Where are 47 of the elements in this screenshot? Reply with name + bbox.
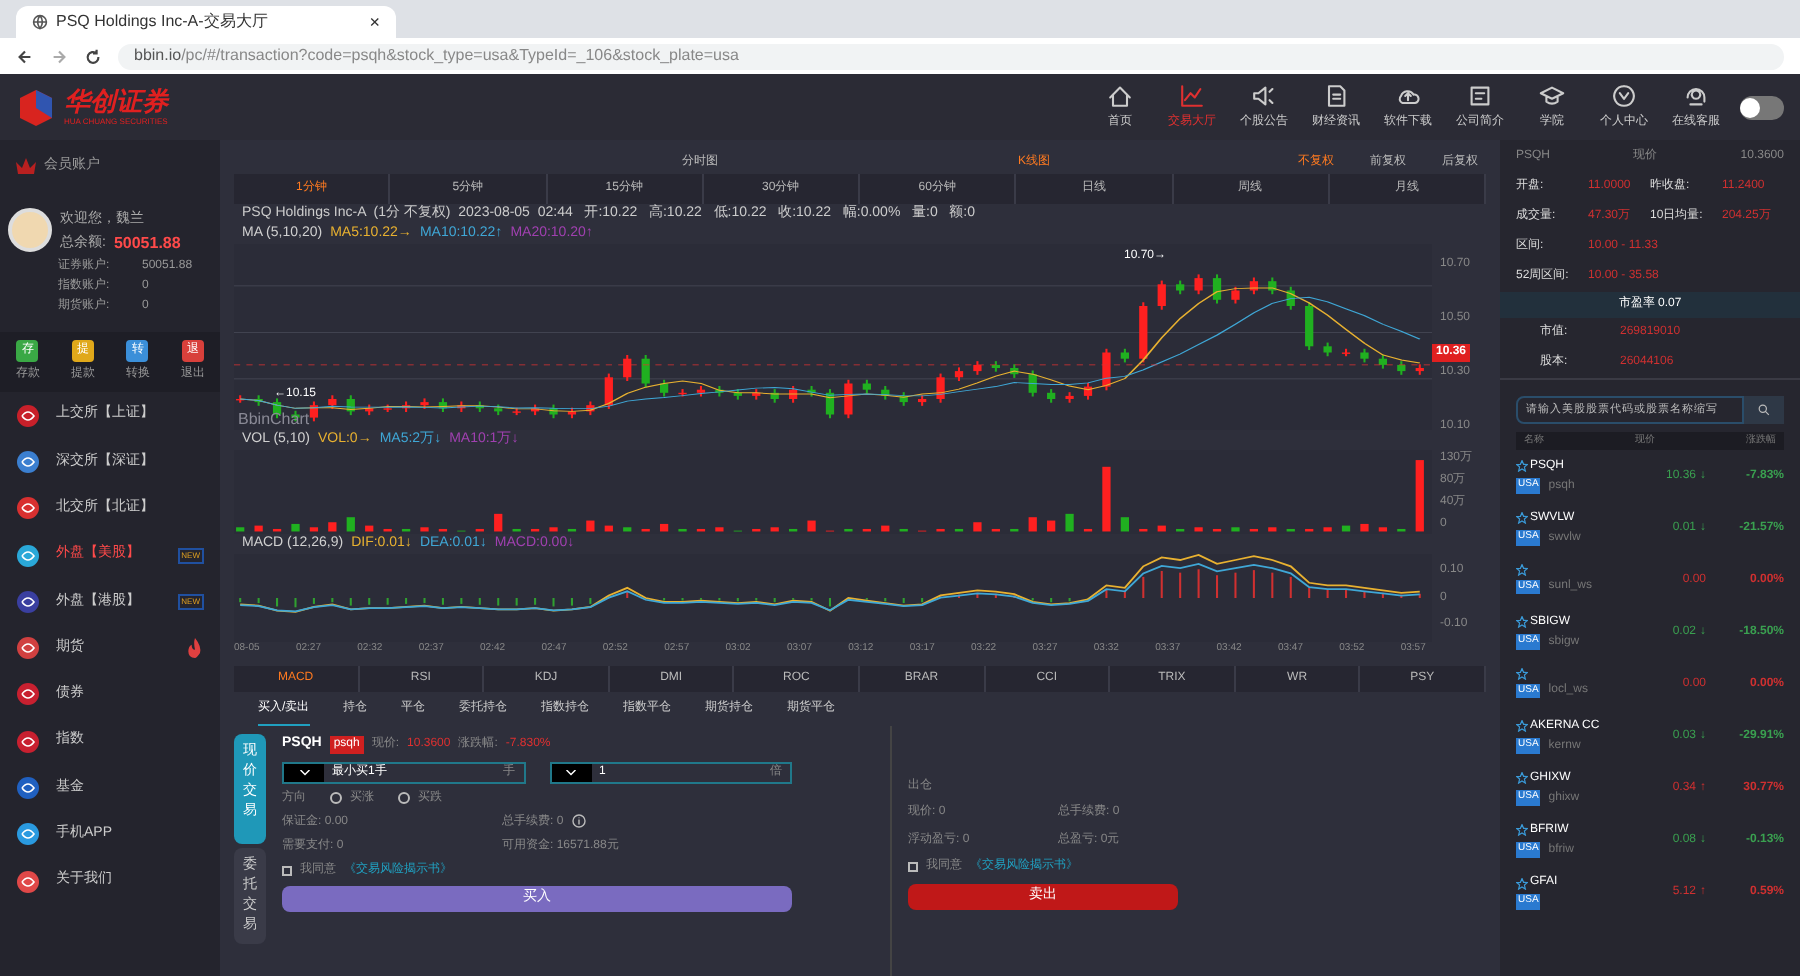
balance-value: 50051.88	[113, 232, 181, 256]
emblem-icon	[16, 636, 40, 661]
browser-tab[interactable]: PSQ Holdings Inc-A-交易大厅 ×	[16, 6, 396, 38]
address-bar[interactable]: bbin.io/pc/#/transaction?code=psqh&stock_type=usa&TypeId=_106&stock_plate=usa	[118, 43, 1784, 69]
logo-icon	[16, 87, 56, 127]
support-icon	[1682, 82, 1710, 110]
search-icon[interactable]	[1758, 404, 1770, 416]
agree-checkbox[interactable]	[282, 865, 292, 875]
star-icon[interactable]	[1516, 668, 1528, 680]
star-icon[interactable]	[1516, 720, 1528, 732]
close-icon[interactable]: ×	[369, 13, 380, 31]
logo-text: 华创证券	[64, 88, 168, 116]
globe-icon	[32, 14, 48, 30]
crown-icon	[16, 158, 36, 174]
speaker-icon	[1250, 82, 1278, 110]
doc-icon	[1322, 82, 1350, 110]
search-button[interactable]	[1744, 396, 1784, 424]
emblem-icon	[16, 403, 40, 428]
emblem-icon	[16, 589, 40, 614]
back-icon[interactable]	[16, 47, 34, 65]
star-icon[interactable]	[1516, 772, 1528, 784]
toggle-switch[interactable]	[1740, 95, 1784, 119]
emblem-icon	[16, 729, 40, 754]
chevron-down-icon	[299, 769, 309, 775]
avatar	[8, 208, 52, 252]
card-icon	[1466, 82, 1494, 110]
agree-checkbox[interactable]	[908, 862, 918, 872]
emblem-icon	[16, 496, 40, 521]
chevron-down-icon	[566, 769, 576, 775]
home-icon	[1106, 82, 1134, 110]
star-icon[interactable]	[1516, 460, 1528, 472]
star-icon[interactable]	[1516, 824, 1528, 836]
emblem-icon	[16, 449, 40, 474]
reload-icon[interactable]	[84, 47, 102, 65]
chart-icon	[1178, 82, 1206, 110]
star-icon[interactable]	[1516, 512, 1528, 524]
emblem-icon	[16, 682, 40, 707]
info-icon[interactable]	[571, 813, 586, 827]
emblem-icon	[16, 822, 40, 847]
cap-icon	[1538, 82, 1566, 110]
star-icon[interactable]	[1516, 564, 1528, 576]
star-icon[interactable]	[1516, 616, 1528, 628]
emblem-icon	[16, 869, 40, 894]
star-icon[interactable]	[1516, 877, 1528, 890]
emblem-icon	[16, 543, 40, 568]
chart-brand: BbinChart	[238, 410, 310, 430]
emblem-icon	[16, 776, 40, 801]
